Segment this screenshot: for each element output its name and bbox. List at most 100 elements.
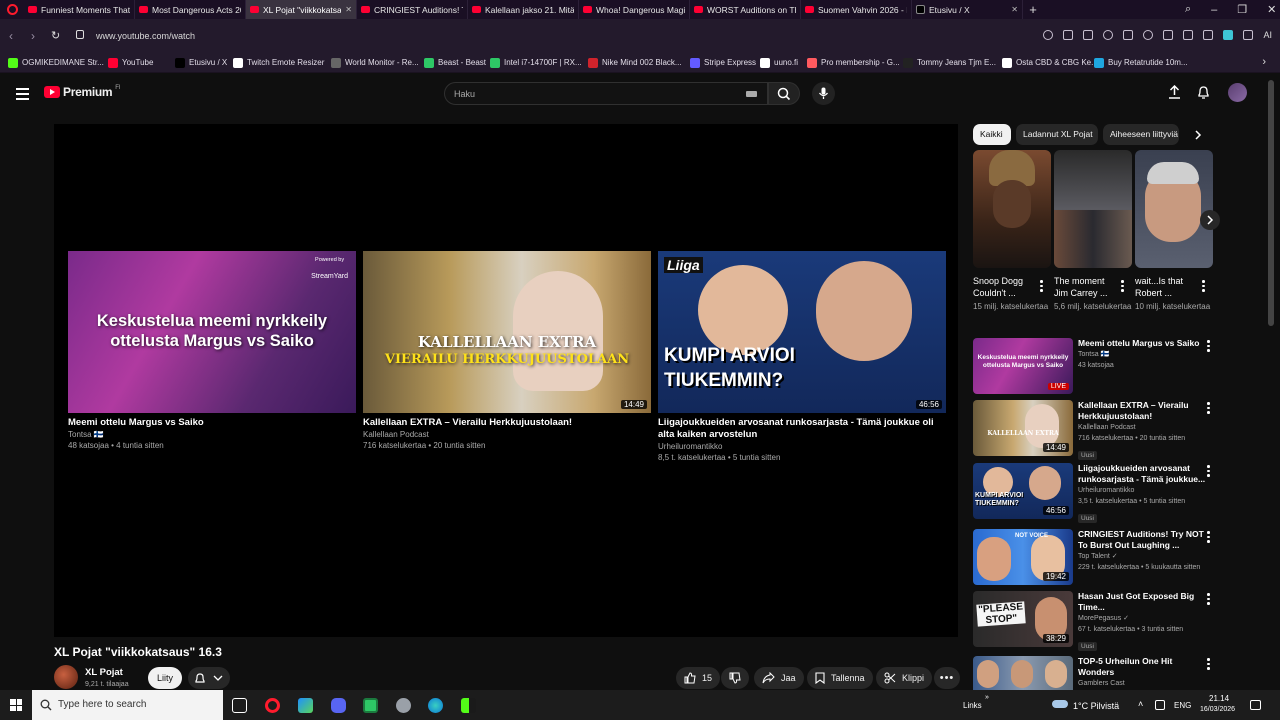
page-scrollbar[interactable] — [1268, 80, 1274, 326]
clock-time[interactable]: 21.14 — [1209, 694, 1229, 703]
network-icon[interactable] — [1155, 700, 1165, 710]
close-icon[interactable]: ✕ — [1267, 3, 1276, 16]
endscreen-thumbnail[interactable]: Liiga KUMPI ARVIOI TIUKEMMIN? 46:56 — [658, 251, 946, 413]
bookmark-item[interactable]: Intel i7-14700F | RX... — [490, 57, 588, 68]
links-toolbar[interactable]: Links — [963, 701, 982, 710]
lock-icon[interactable] — [76, 30, 84, 39]
recommendation-item[interactable]: TOP-5 Urheilun One Hit Wonders Gamblers … — [973, 656, 1223, 690]
edge-icon[interactable] — [428, 698, 443, 713]
recommendation-title[interactable]: Hasan Just Got Exposed Big Time... — [1078, 591, 1208, 613]
browser-tab[interactable]: Suomen Vahvin 2026 - M — [801, 0, 912, 19]
edit-icon[interactable] — [1063, 30, 1074, 40]
guide-menu-icon[interactable] — [16, 88, 29, 103]
bookmark-item[interactable]: Osta CBD & CBG Ke... — [1002, 57, 1094, 68]
minimize-icon[interactable]: – — [1211, 4, 1217, 16]
task-view-icon[interactable] — [232, 698, 247, 713]
zoom-icon[interactable] — [1043, 30, 1054, 40]
dislike-button[interactable] — [721, 667, 749, 689]
url-field[interactable]: www.youtube.com/watch — [96, 31, 195, 41]
endscreen-card[interactable]: Powered by StreamYard Keskustelua meemi … — [68, 251, 356, 451]
bookmark-item[interactable]: OGMIKEDIMANE Str... — [8, 57, 108, 68]
bookmark-item[interactable]: Tommy Jeans Tjm E... — [903, 57, 1002, 68]
browser-tab[interactable]: XL Pojat "viikkokatsaus" 1 ✕ — [246, 0, 357, 19]
recommendation-menu-icon[interactable] — [1207, 402, 1210, 416]
opera-taskbar-icon[interactable] — [265, 698, 280, 713]
notifications-bell-icon[interactable] — [1197, 85, 1210, 99]
tab-close-icon[interactable]: ✕ — [345, 5, 352, 14]
recommendation-menu-icon[interactable] — [1207, 465, 1210, 479]
keyboard-icon[interactable] — [746, 91, 757, 97]
save-button[interactable]: Tallenna — [807, 667, 873, 689]
short-menu-icon[interactable] — [1121, 280, 1124, 294]
recommendation-item[interactable]: KUMPI ARVIOI TIUKEMMIN? 46:56 Liigajoukk… — [973, 463, 1223, 523]
recommendation-thumbnail[interactable]: KUMPI ARVIOI TIUKEMMIN? 46:56 — [973, 463, 1073, 519]
forward-icon[interactable]: › — [31, 29, 35, 43]
chips-next-icon[interactable] — [1193, 129, 1203, 141]
download-icon[interactable] — [1163, 30, 1174, 40]
short-thumbnail[interactable] — [1054, 150, 1132, 268]
endscreen-card[interactable]: KALLELLAAN EXTRA VIERAILU HERKKUJUUSTOLA… — [363, 251, 651, 451]
camera-icon[interactable] — [1083, 30, 1094, 40]
bookmark-item[interactable]: Pro membership - G... — [807, 57, 903, 68]
endscreen-title[interactable]: Kallellaan EXTRA – Vierailu Herkkujuusto… — [363, 417, 651, 429]
browser-tab[interactable]: Whoa! Dangerous Magic I — [579, 0, 690, 19]
opera-logo-icon[interactable] — [0, 0, 24, 19]
recommendation-thumbnail[interactable]: NOT VOICE 19:42 — [973, 529, 1073, 585]
shield-icon[interactable] — [1103, 30, 1114, 40]
recommendation-item[interactable]: NOT VOICE 19:42 CRINGIEST Auditions! Try… — [973, 529, 1223, 587]
recommendation-title[interactable]: TOP-5 Urheilun One Hit Wonders — [1078, 656, 1208, 678]
short-menu-icon[interactable] — [1202, 280, 1205, 294]
short-title[interactable]: The moment Jim Carrey ... — [1054, 275, 1118, 299]
short-card[interactable]: wait...Is that Robert ... 10 milj. katse… — [1135, 150, 1213, 312]
maximize-icon[interactable]: ❐ — [1237, 3, 1247, 16]
more-actions-button[interactable]: ••• — [934, 667, 960, 689]
app-taskbar-icon[interactable] — [298, 698, 313, 713]
recommendation-thumbnail[interactable] — [973, 656, 1073, 690]
recommendation-title[interactable]: Liigajoukkueiden arvosanat runkosarjasta… — [1078, 463, 1208, 485]
ai-button[interactable]: AI — [1263, 30, 1272, 40]
recommendation-title[interactable]: Meemi ottelu Margus vs Saiko — [1078, 338, 1208, 349]
reload-icon[interactable]: ↻ — [51, 29, 60, 42]
clock-date[interactable]: 16/03/2026 — [1200, 706, 1235, 713]
short-thumbnail[interactable] — [973, 150, 1051, 268]
browser-tab[interactable]: Etusivu / X ✕ — [912, 0, 1023, 19]
browser-tab[interactable]: CRINGIEST Auditions! Try I — [357, 0, 468, 19]
recommendation-menu-icon[interactable] — [1207, 593, 1210, 607]
discord-icon[interactable] — [331, 698, 346, 713]
bookmark-item[interactable]: Etusivu / X — [175, 57, 233, 68]
recommendation-item[interactable]: KALLELLAAN EXTRA 14:49 Kallellaan EXTRA … — [973, 400, 1223, 460]
windows-start-icon[interactable] — [10, 699, 22, 711]
bookmarks-overflow-icon[interactable]: › — [1262, 56, 1266, 68]
play-icon[interactable] — [1123, 30, 1134, 40]
account-avatar[interactable] — [1228, 83, 1247, 102]
chip-related[interactable]: Aiheeseen liittyviä — [1103, 124, 1179, 145]
short-title[interactable]: Snoop Dogg Couldn't ... — [973, 275, 1037, 299]
app-taskbar-icon[interactable] — [461, 698, 476, 713]
recommendation-channel[interactable]: Tontsa 🇫🇮 — [1078, 349, 1208, 360]
browser-tab[interactable]: Funniest Moments That M — [24, 0, 135, 19]
share-button[interactable]: Jaa — [754, 667, 804, 689]
recommendation-thumbnail[interactable]: KALLELLAAN EXTRA 14:49 — [973, 400, 1073, 456]
links-chevron-icon[interactable]: » — [985, 694, 989, 701]
tray-overflow-icon[interactable]: ˄ — [1138, 699, 1143, 709]
channel-avatar[interactable] — [54, 665, 78, 689]
new-tab-button[interactable]: + — [1023, 2, 1043, 17]
cube-icon[interactable] — [1243, 30, 1254, 40]
recommendation-menu-icon[interactable] — [1207, 658, 1210, 672]
endscreen-thumbnail[interactable]: Powered by StreamYard Keskustelua meemi … — [68, 251, 356, 413]
bookmark-item[interactable]: Buy Retatrutide 10m... — [1094, 57, 1194, 68]
menu-icon[interactable] — [1183, 30, 1194, 40]
recommendation-menu-icon[interactable] — [1207, 340, 1210, 354]
search-button[interactable] — [768, 82, 800, 105]
recommendation-channel[interactable]: Kallellaan Podcast — [1078, 422, 1208, 433]
recommendation-title[interactable]: CRINGIEST Auditions! Try NOT To Burst Ou… — [1078, 529, 1208, 551]
short-thumbnail[interactable] — [1135, 150, 1213, 268]
back-icon[interactable]: ‹ — [9, 29, 13, 43]
tab-close-icon[interactable]: ✕ — [1011, 5, 1018, 14]
bookmark-item[interactable]: Beast - Beast — [424, 57, 490, 68]
app-taskbar-icon[interactable] — [396, 698, 411, 713]
short-title[interactable]: wait...Is that Robert ... — [1135, 275, 1199, 299]
endscreen-title[interactable]: Liigajoukkueiden arvosanat runkosarjasta… — [658, 417, 946, 441]
browser-tab[interactable]: Kalellaan jakso 21. Mitä m — [468, 0, 579, 19]
browser-tab[interactable]: Most Dangerous Acts 202 — [135, 0, 246, 19]
